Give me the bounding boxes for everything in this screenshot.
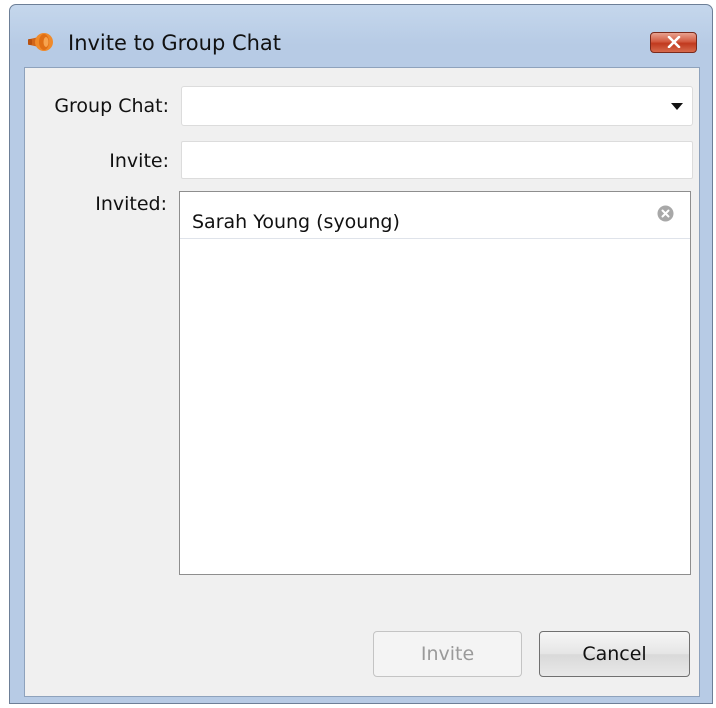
megaphone-icon bbox=[27, 31, 55, 53]
invite-label: Invite: bbox=[109, 150, 169, 172]
close-icon bbox=[667, 33, 681, 52]
close-button[interactable] bbox=[650, 32, 697, 53]
dialog-content: Group Chat: Invite: Invited: Sarah Young… bbox=[24, 67, 700, 697]
invited-user-name: Sarah Young (syoung) bbox=[192, 211, 400, 233]
cancel-button[interactable]: Cancel bbox=[539, 631, 690, 677]
group-chat-label: Group Chat: bbox=[54, 95, 169, 117]
invited-label: Invited: bbox=[95, 193, 167, 215]
invited-list[interactable]: Sarah Young (syoung) bbox=[179, 191, 691, 575]
remove-circle-icon[interactable] bbox=[657, 205, 674, 222]
title-bar[interactable]: Invite to Group Chat bbox=[10, 5, 712, 63]
dialog-title: Invite to Group Chat bbox=[68, 31, 282, 55]
list-item[interactable]: Sarah Young (syoung) bbox=[180, 192, 690, 239]
group-chat-dropdown[interactable] bbox=[181, 86, 693, 126]
chevron-down-icon bbox=[671, 103, 683, 110]
invite-button[interactable]: Invite bbox=[373, 631, 522, 677]
dialog-window: Invite to Group Chat Group Chat: Invite:… bbox=[9, 4, 713, 704]
invite-input[interactable] bbox=[181, 141, 693, 179]
